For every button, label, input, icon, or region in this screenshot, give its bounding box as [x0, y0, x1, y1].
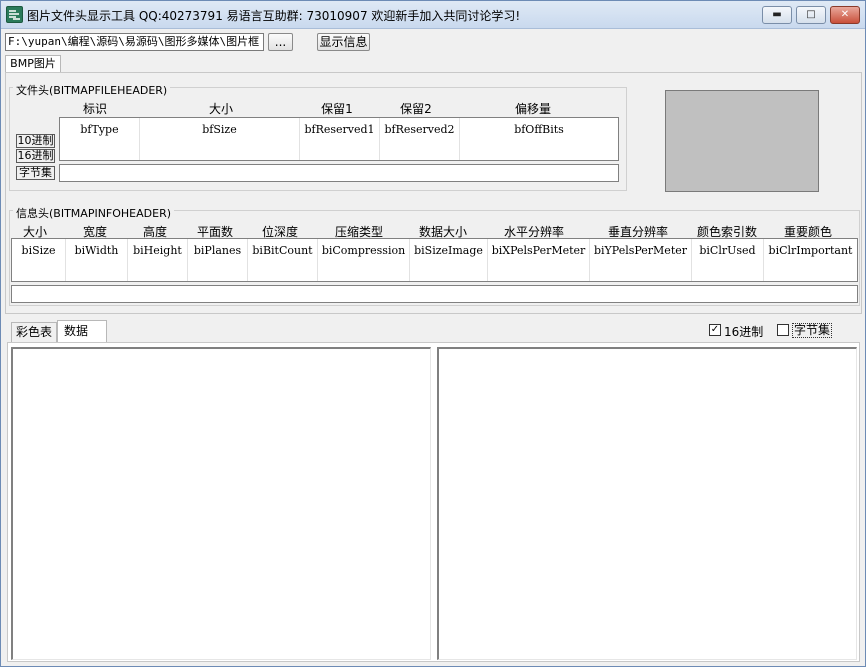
- field-biCompression[interactable]: biCompression: [318, 239, 410, 281]
- app-icon: [6, 6, 23, 23]
- field-bfReserved2[interactable]: bfReserved2: [380, 118, 460, 160]
- tab-data[interactable]: 数据: [57, 320, 107, 343]
- field-biHeight[interactable]: biHeight: [128, 239, 188, 281]
- col-header-size: 大小: [208, 102, 233, 116]
- field-bfOffBits[interactable]: bfOffBits: [460, 118, 618, 160]
- browse-button[interactable]: ...: [268, 33, 293, 51]
- maximize-button[interactable]: □: [796, 6, 826, 24]
- info-header-bytes-field[interactable]: [11, 285, 858, 303]
- field-biClrImportant[interactable]: biClrImportant: [764, 239, 857, 281]
- col-header-type: 标识: [82, 102, 107, 116]
- field-biYPelsPerMeter[interactable]: biYPelsPerMeter: [590, 239, 692, 281]
- col-header-reserved2: 保留2: [400, 102, 432, 116]
- field-biWidth[interactable]: biWidth: [66, 239, 128, 281]
- hex-data-textarea[interactable]: [11, 347, 431, 660]
- minimize-button[interactable]: ▬: [762, 6, 792, 24]
- tab-bmp-image[interactable]: BMP图片: [5, 55, 61, 73]
- show-info-button[interactable]: 显示信息: [317, 33, 370, 51]
- field-biSize[interactable]: biSize: [12, 239, 66, 281]
- field-biSizeImage[interactable]: biSizeImage: [410, 239, 488, 281]
- window-title: 图片文件头显示工具 QQ:40273791 易语言互助群: 73010907 欢…: [27, 9, 521, 23]
- col-header-reserved1: 保留1: [321, 102, 353, 116]
- title-bar[interactable]: 图片文件头显示工具 QQ:40273791 易语言互助群: 73010907 欢…: [1, 1, 865, 29]
- image-preview: [665, 90, 819, 192]
- bytes-checkbox-label: 字节集: [792, 323, 833, 338]
- bytes-checkbox[interactable]: [777, 324, 789, 336]
- col-header-offset: 偏移量: [514, 102, 551, 116]
- hex-toggle-button[interactable]: 16进制: [16, 149, 55, 163]
- field-bfSize[interactable]: bfSize: [140, 118, 300, 160]
- field-biBitCount[interactable]: biBitCount: [248, 239, 318, 281]
- hex-checkbox-label: 16进制: [724, 325, 764, 339]
- app-window: 图片文件头显示工具 QQ:40273791 易语言互助群: 73010907 欢…: [0, 0, 866, 667]
- file-header-bytes-field[interactable]: [59, 164, 619, 182]
- field-biClrUsed[interactable]: biClrUsed: [692, 239, 764, 281]
- file-path-input[interactable]: F:\yupan\编程\源码\易源码\图形多媒体\图片框: [5, 33, 264, 51]
- info-header-values: biSize biWidth biHeight biPlanes biBitCo…: [11, 238, 858, 282]
- field-bfType[interactable]: bfType: [60, 118, 140, 160]
- field-bfReserved1[interactable]: bfReserved1: [300, 118, 380, 160]
- field-biPlanes[interactable]: biPlanes: [188, 239, 248, 281]
- file-header-values: bfType bfSize bfReserved1 bfReserved2 bf…: [59, 117, 619, 161]
- tab-color-table[interactable]: 彩色表: [11, 322, 57, 342]
- dec-toggle-button[interactable]: 10进制: [16, 134, 55, 148]
- close-button[interactable]: ✕: [830, 6, 860, 24]
- field-biXPelsPerMeter[interactable]: biXPelsPerMeter: [488, 239, 590, 281]
- file-header-title: 文件头(BITMAPFILEHEADER): [13, 82, 171, 98]
- hex-checkbox[interactable]: ✓: [709, 324, 721, 336]
- ascii-data-textarea[interactable]: [437, 347, 857, 660]
- bytes-toggle-button[interactable]: 字节集: [16, 166, 55, 180]
- info-header-title: 信息头(BITMAPINFOHEADER): [13, 205, 175, 221]
